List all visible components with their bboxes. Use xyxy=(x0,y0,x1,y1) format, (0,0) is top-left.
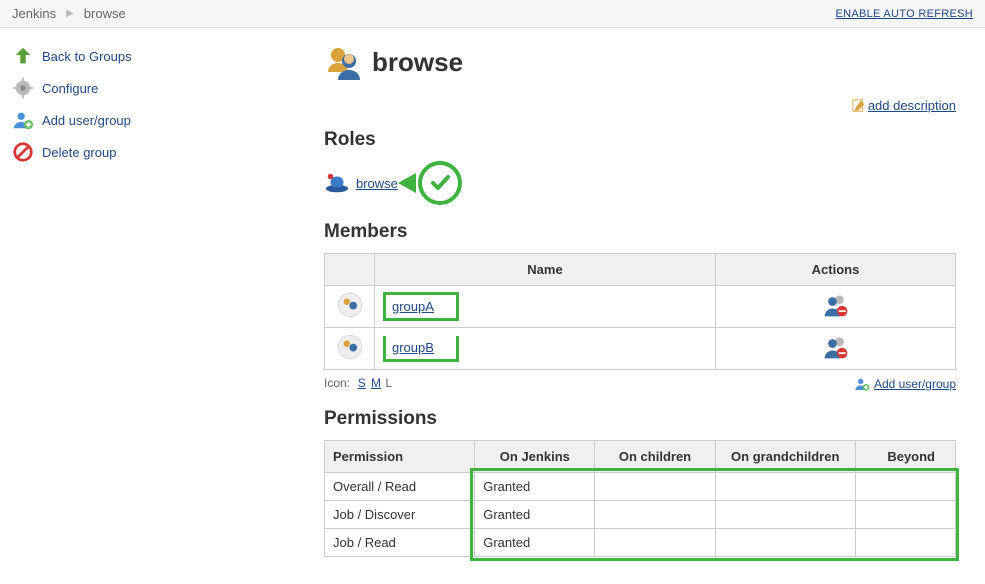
icon-size-m[interactable]: M xyxy=(371,376,381,390)
breadcrumb-jenkins[interactable]: Jenkins xyxy=(12,6,56,21)
icon-size-s[interactable]: S xyxy=(358,376,366,390)
permissions-table: Permission On Jenkins On children On gra… xyxy=(324,440,956,557)
perm-children xyxy=(595,529,715,557)
perm-name: Job / Read xyxy=(325,529,475,557)
back-to-groups-link[interactable]: Back to Groups xyxy=(42,49,132,64)
add-user-icon xyxy=(854,376,870,392)
perm-col-onchildren: On children xyxy=(595,441,715,473)
role-browse-link[interactable]: browse xyxy=(356,176,398,191)
members-col-name[interactable]: Name xyxy=(375,254,716,286)
perm-name: Job / Discover xyxy=(325,501,475,529)
group-icon xyxy=(337,292,363,318)
arrow-up-icon xyxy=(12,45,34,67)
sidebar: Back to Groups Configure Add user/group … xyxy=(0,28,310,577)
perm-beyond xyxy=(855,529,955,557)
perm-jenkins: Granted xyxy=(475,473,595,501)
perm-beyond xyxy=(855,473,955,501)
members-heading: Members xyxy=(324,221,956,243)
add-user-icon xyxy=(12,109,34,131)
perm-grand xyxy=(715,501,855,529)
perm-col-permission: Permission xyxy=(325,441,475,473)
table-row: groupA xyxy=(325,286,956,328)
remove-user-icon[interactable] xyxy=(822,293,850,317)
members-col-actions[interactable]: Actions xyxy=(716,254,956,286)
perm-col-onjenkins: On Jenkins xyxy=(475,441,595,473)
perm-grand xyxy=(715,473,855,501)
icon-size-label: Icon: xyxy=(324,376,350,390)
perm-jenkins: Granted xyxy=(475,529,595,557)
add-description-link[interactable]: add description xyxy=(868,98,956,113)
gear-icon xyxy=(12,77,34,99)
perm-col-ongrandchildren: On grandchildren xyxy=(715,441,855,473)
enable-auto-refresh-link[interactable]: ENABLE AUTO REFRESH xyxy=(835,8,973,20)
add-user-group-link[interactable]: Add user/group xyxy=(42,113,131,128)
perm-children xyxy=(595,501,715,529)
callout-arrow-icon xyxy=(398,173,416,193)
table-row: Overall / Read Granted xyxy=(325,473,956,501)
permissions-heading: Permissions xyxy=(324,408,956,430)
perm-grand xyxy=(715,529,855,557)
group-icon xyxy=(337,334,363,360)
delete-group-link[interactable]: Delete group xyxy=(42,145,116,160)
role-hat-icon xyxy=(324,172,350,194)
remove-user-icon[interactable] xyxy=(822,335,850,359)
icon-size-l: L xyxy=(385,376,392,390)
members-table: Name Actions groupA xyxy=(324,253,956,370)
delete-icon xyxy=(12,141,34,163)
perm-beyond xyxy=(855,501,955,529)
perm-children xyxy=(595,473,715,501)
breadcrumb-bar: Jenkins ▶ browse ENABLE AUTO REFRESH xyxy=(0,0,985,28)
main-content: browse add description Roles browse Memb… xyxy=(310,28,970,577)
add-user-group-link-bottom[interactable]: Add user/group xyxy=(874,377,956,391)
group-icon xyxy=(324,42,364,82)
edit-icon xyxy=(852,99,866,113)
configure-link[interactable]: Configure xyxy=(42,81,98,96)
table-row: groupB xyxy=(325,328,956,370)
perm-jenkins: Granted xyxy=(475,501,595,529)
table-row: Job / Discover Granted xyxy=(325,501,956,529)
perm-col-beyond: Beyond xyxy=(855,441,955,473)
chevron-right-icon: ▶ xyxy=(66,8,74,19)
page-title: browse xyxy=(372,47,463,78)
member-groupB-link[interactable]: groupB xyxy=(392,340,434,355)
members-col-icon xyxy=(325,254,375,286)
roles-heading: Roles xyxy=(324,129,956,151)
perm-name: Overall / Read xyxy=(325,473,475,501)
table-row: Job / Read Granted xyxy=(325,529,956,557)
member-groupA-link[interactable]: groupA xyxy=(392,299,434,314)
breadcrumb-browse[interactable]: browse xyxy=(84,6,126,21)
check-badge-icon xyxy=(418,161,462,205)
